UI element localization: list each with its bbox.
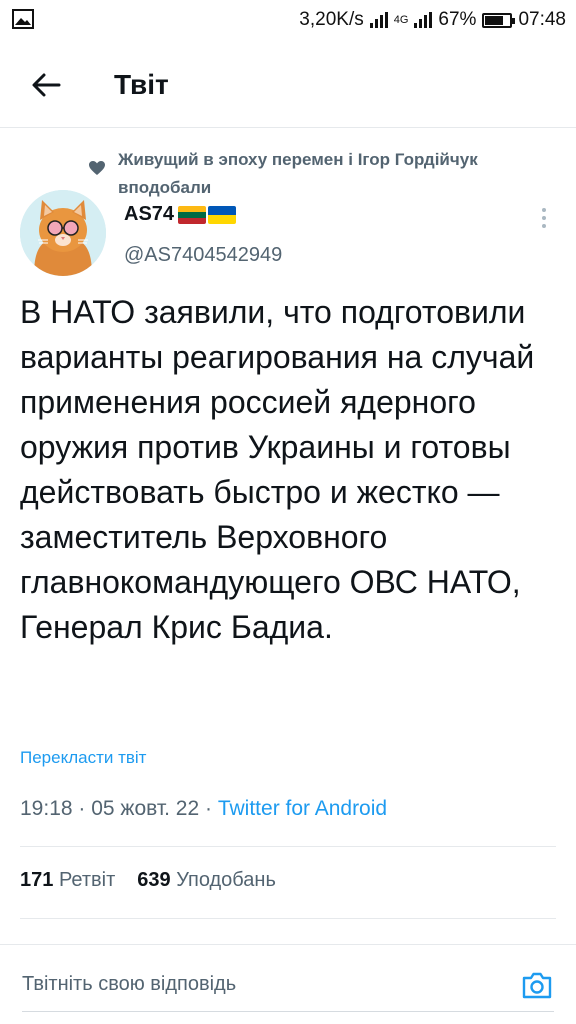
tweet-time: 19:18 <box>20 797 73 820</box>
tweet-text: В НАТО заявили, что подготовили варианты… <box>20 294 535 645</box>
retweets-stat[interactable]: 171 Ретвіт <box>20 869 115 892</box>
cell-signal-icon <box>414 12 433 28</box>
more-options-button[interactable] <box>534 203 554 233</box>
battery-icon <box>482 12 516 28</box>
heart-icon <box>88 160 106 181</box>
lithuania-flag-icon <box>178 205 207 224</box>
battery-percent: 67% <box>438 9 477 30</box>
social-context[interactable]: Живущий в эпоху перемен і Ігор Гордійчук… <box>88 146 558 202</box>
author-name[interactable]: AS74 <box>124 203 237 226</box>
tweet-source-link[interactable]: Twitter for Android <box>218 797 387 820</box>
image-notification-icon <box>12 9 34 35</box>
divider <box>20 918 556 919</box>
author-handle[interactable]: @AS7404542949 <box>124 244 282 267</box>
arrow-left-icon <box>32 73 61 96</box>
more-dot <box>542 224 546 228</box>
wifi-signal-icon <box>369 12 388 28</box>
reply-input[interactable]: Твітніть свою відповідь <box>22 973 236 996</box>
status-bar: 3,20K/s 4G 67% 07:48 <box>0 0 576 40</box>
more-dot <box>542 208 546 212</box>
translate-tweet-link[interactable]: Перекласти твіт <box>20 748 146 768</box>
clock: 07:48 <box>518 9 566 30</box>
reply-bar: Твітніть свою відповідь <box>0 944 576 1024</box>
camera-icon <box>522 972 552 998</box>
author-display-name: AS74 <box>124 203 175 225</box>
social-context-text: Живущий в эпоху перемен і Ігор Гордійчук… <box>118 150 478 197</box>
tweet-meta: 19:18 · 05 жовт. 22 · Twitter for Androi… <box>20 797 388 820</box>
app-header: Твіт <box>0 42 576 128</box>
tweet-date: 05 жовт. 22 <box>91 797 200 820</box>
retweets-count: 171 <box>20 869 54 891</box>
avatar[interactable] <box>20 190 106 276</box>
likes-count: 639 <box>137 869 171 891</box>
network-speed: 3,20K/s <box>299 9 364 30</box>
tweet-stats: 171 Ретвіт 639 Уподобань <box>20 869 276 892</box>
likes-label: Уподобань <box>176 869 276 891</box>
likes-stat[interactable]: 639 Уподобань <box>137 869 276 892</box>
ukraine-flag-icon <box>208 205 237 224</box>
network-type: 4G <box>393 14 409 26</box>
camera-button[interactable] <box>520 968 554 1002</box>
page-title: Твіт <box>114 68 169 100</box>
more-dot <box>542 216 546 220</box>
divider <box>20 846 556 847</box>
back-button[interactable] <box>16 55 76 115</box>
retweets-label: Ретвіт <box>58 869 116 891</box>
